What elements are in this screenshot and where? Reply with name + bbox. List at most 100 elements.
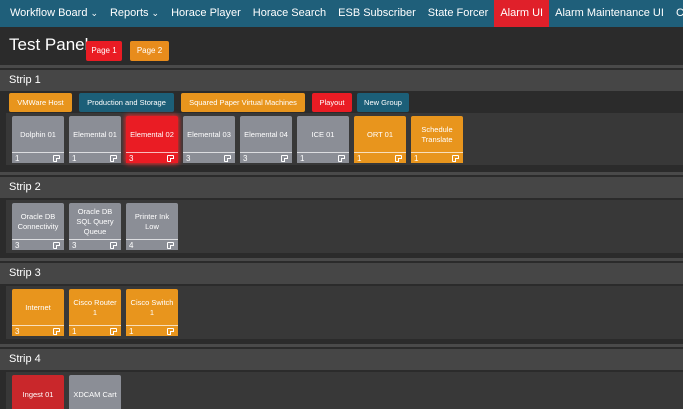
tile-label: Cisco Switch 1 (130, 298, 174, 317)
alarm-tile-elemental-01[interactable]: Elemental 01 1 (69, 116, 121, 163)
tile-footer: 3 (12, 239, 64, 250)
alarm-tile-cisco-switch-1[interactable]: Cisco Switch 1 1 (126, 289, 178, 336)
note-icon[interactable] (224, 155, 231, 162)
tile-count: 1 (357, 154, 362, 163)
tile-label: Oracle DB Connectivity (17, 212, 59, 231)
page-title: Test Panel (9, 35, 89, 54)
nav-current-alarms-ui[interactable]: Current Alarms Ui (670, 0, 683, 27)
nav-alarm-maintenance-ui[interactable]: Alarm Maintenance UI (549, 0, 670, 27)
note-icon[interactable] (110, 155, 117, 162)
tile-count: 3 (243, 154, 248, 163)
strip-divider (0, 65, 683, 68)
note-icon[interactable] (53, 242, 60, 249)
tile-footer: 4 (126, 239, 178, 250)
nav-horace-player[interactable]: Horace Player (165, 0, 247, 27)
alarm-tile-dolphin-01[interactable]: Dolphin 01 1 (12, 116, 64, 163)
note-icon[interactable] (167, 242, 174, 249)
tile-count: 1 (300, 154, 305, 163)
note-icon[interactable] (281, 155, 288, 162)
strip-2-header: Strip 2 (0, 177, 683, 198)
alarm-tile-schedule-translate[interactable]: Schedule Translate 1 (411, 116, 463, 163)
alarm-tile-ice-01[interactable]: ICE 01 1 (297, 116, 349, 163)
group-vmware-host[interactable]: VMWare Host (9, 93, 72, 112)
alarm-tile-elemental-03[interactable]: Elemental 03 3 (183, 116, 235, 163)
tile-count: 1 (72, 327, 77, 336)
note-icon[interactable] (452, 155, 459, 162)
tile-footer: 1 (411, 152, 463, 163)
strip-2-tiles-area: Oracle DB Connectivity 3 Oracle DB SQL Q… (6, 200, 683, 253)
alarm-tile-elemental-02[interactable]: Elemental 02 3 (126, 116, 178, 163)
nav-reports[interactable]: Reports ⌄ (104, 0, 165, 27)
tile-footer: 3 (183, 152, 235, 163)
tile-label: XDCAM Cart (73, 390, 117, 399)
tile-label: Elemental 04 (244, 130, 288, 139)
alarm-tile-ingest-01[interactable]: Ingest 01 (12, 375, 64, 409)
alarm-tile-ort-01[interactable]: ORT 01 1 (354, 116, 406, 163)
tile-label: Dolphin 01 (20, 130, 56, 139)
tile-label: Printer Ink Low (134, 212, 170, 231)
chevron-down-icon: ⌄ (90, 8, 98, 18)
strip-1-tiles-area: Dolphin 01 1 Elemental 01 1 Elemental 02… (6, 113, 683, 165)
tile-count: 1 (414, 154, 419, 163)
tile-label: Oracle DB SQL Query Queue (76, 207, 114, 236)
tile-footer: 1 (297, 152, 349, 163)
nav-workflow-board-label: Workflow Board (10, 7, 88, 19)
alarm-tile-xdcam-cart[interactable]: XDCAM Cart (69, 375, 121, 409)
note-icon[interactable] (53, 155, 60, 162)
alarm-tile-oracle-db-connectivity[interactable]: Oracle DB Connectivity 3 (12, 203, 64, 250)
group-new-group[interactable]: New Group (357, 93, 409, 112)
tile-count: 3 (15, 327, 20, 336)
note-icon[interactable] (338, 155, 345, 162)
note-icon[interactable] (395, 155, 402, 162)
group-playout[interactable]: Playout (312, 93, 352, 112)
note-icon[interactable] (110, 242, 117, 249)
strip-divider (0, 258, 683, 261)
strip-4-tiles-area: Ingest 01 XDCAM Cart (6, 372, 683, 409)
strip-4-header: Strip 4 (0, 349, 683, 370)
alarm-tile-elemental-04[interactable]: Elemental 04 3 (240, 116, 292, 163)
alarm-ui-page: Workflow Board ⌄ Reports ⌄ Horace Player H… (0, 0, 683, 409)
note-icon[interactable] (110, 328, 117, 335)
group-squared-paper-virtual-machines[interactable]: Squared Paper Virtual Machines (181, 93, 305, 112)
nav-state-forcer[interactable]: State Forcer (422, 0, 495, 27)
tile-label: Elemental 01 (73, 130, 117, 139)
panel-header: Test Panel Page 1 Page 2 (0, 27, 683, 63)
tile-count: 3 (186, 154, 191, 163)
tile-label: Ingest 01 (22, 390, 54, 399)
strip-3-tiles-area: Internet 3 Cisco Router 1 1 Cisco Switch… (6, 286, 683, 339)
tile-footer: 1 (12, 152, 64, 163)
note-icon[interactable] (167, 328, 174, 335)
tile-footer: 3 (126, 152, 178, 163)
strip-divider (0, 344, 683, 347)
tile-label: Elemental 02 (130, 130, 174, 139)
tile-label: ORT 01 (367, 130, 393, 139)
page-1-button[interactable]: Page 1 (86, 41, 122, 61)
tile-footer: 3 (12, 325, 64, 336)
tile-count: 1 (72, 154, 77, 163)
tile-count: 3 (15, 241, 20, 250)
tile-footer: 3 (240, 152, 292, 163)
strip-1-header: Strip 1 (0, 70, 683, 91)
tile-footer: 1 (354, 152, 406, 163)
strip-3-header: Strip 3 (0, 263, 683, 284)
alarm-tile-oracle-db-sql-query-queue[interactable]: Oracle DB SQL Query Queue 3 (69, 203, 121, 250)
alarm-tile-internet[interactable]: Internet 3 (12, 289, 64, 336)
alarm-tile-printer-ink-low[interactable]: Printer Ink Low 4 (126, 203, 178, 250)
nav-esb-subscriber[interactable]: ESB Subscriber (332, 0, 422, 27)
tile-footer: 1 (69, 152, 121, 163)
nav-workflow-board[interactable]: Workflow Board ⌄ (4, 0, 104, 27)
top-navigation-bar: Workflow Board ⌄ Reports ⌄ Horace Player H… (0, 0, 683, 27)
strip-divider (0, 172, 683, 175)
chevron-down-icon: ⌄ (151, 8, 160, 18)
page-2-button[interactable]: Page 2 (130, 41, 169, 61)
group-production-and-storage[interactable]: Production and Storage (79, 93, 174, 112)
nav-alarm-ui[interactable]: Alarm UI (494, 0, 550, 27)
alarm-tile-cisco-router-1[interactable]: Cisco Router 1 1 (69, 289, 121, 336)
note-icon[interactable] (167, 155, 174, 162)
tile-count: 1 (129, 327, 134, 336)
tile-label: Internet (25, 303, 51, 312)
note-icon[interactable] (53, 328, 60, 335)
tile-count: 4 (129, 241, 134, 250)
nav-horace-search[interactable]: Horace Search (247, 0, 332, 27)
tile-label: Elemental 03 (187, 130, 231, 139)
